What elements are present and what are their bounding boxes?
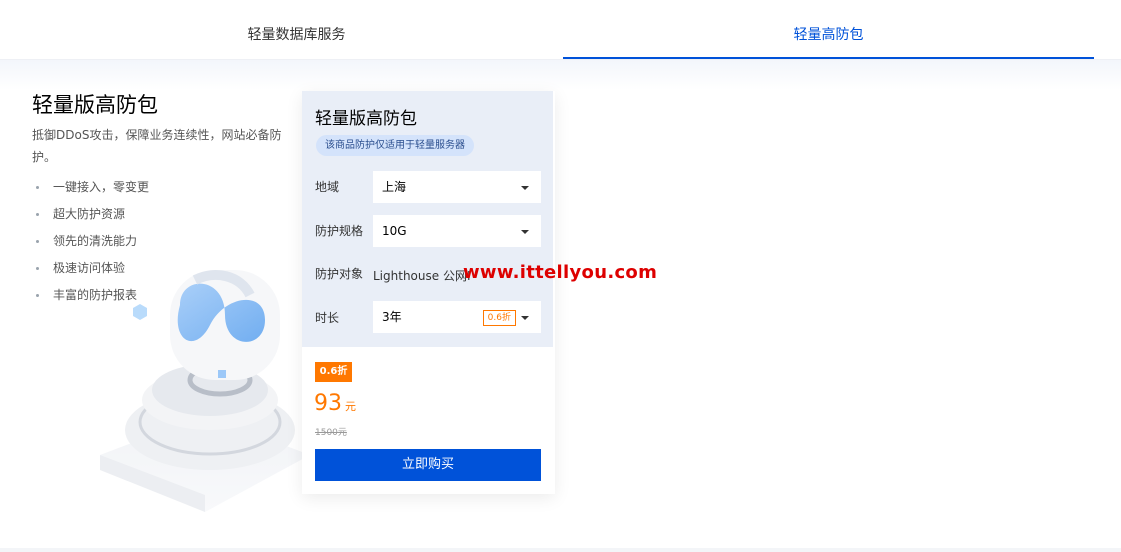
target-label: 防护对象 bbox=[315, 267, 364, 281]
tab-lightweight-database[interactable]: 轻量数据库服务 bbox=[30, 0, 563, 59]
region-select[interactable]: 上海 bbox=[373, 171, 541, 203]
price: 93 元 bbox=[314, 391, 356, 416]
watermark: www.ittellyou.com bbox=[463, 262, 658, 283]
tab-bar: 轻量数据库服务 轻量高防包 bbox=[0, 0, 1121, 60]
duration-value: 3年 bbox=[382, 310, 402, 324]
spec-select[interactable]: 10G bbox=[373, 215, 541, 247]
chevron-down-icon bbox=[521, 316, 529, 320]
list-item: 超大防护资源 bbox=[34, 203, 149, 230]
card-title: 轻量版高防包 bbox=[315, 109, 417, 129]
purchase-card: 轻量版高防包 该商品防护仅适用于轻量服务器 地域 上海 防护规格 10G 防护对… bbox=[302, 91, 555, 494]
original-price: 1500元 bbox=[315, 428, 347, 438]
spec-label: 防护规格 bbox=[315, 224, 364, 238]
divider bbox=[0, 548, 1121, 552]
region-label: 地域 bbox=[315, 180, 340, 194]
tab-lightweight-ddos[interactable]: 轻量高防包 bbox=[563, 0, 1094, 59]
region-value: 上海 bbox=[382, 180, 407, 194]
intro-title: 轻量版高防包 bbox=[32, 93, 158, 117]
discount-badge: 0.6折 bbox=[315, 362, 352, 382]
shield-illustration bbox=[100, 270, 310, 512]
buy-now-button[interactable]: 立即购买 bbox=[315, 449, 541, 481]
list-item: 一键接入，零变更 bbox=[34, 176, 149, 203]
duration-select[interactable]: 3年 0.6折 bbox=[373, 301, 541, 333]
spec-value: 10G bbox=[382, 224, 407, 238]
chevron-down-icon bbox=[521, 186, 529, 190]
target-value: Lighthouse 公网I bbox=[373, 269, 471, 283]
price-amount: 93 bbox=[314, 391, 342, 416]
applicability-note: 该商品防护仅适用于轻量服务器 bbox=[316, 135, 474, 156]
price-unit: 元 bbox=[345, 400, 356, 413]
duration-label: 时长 bbox=[315, 311, 340, 325]
chevron-down-icon bbox=[521, 230, 529, 234]
intro-subtitle: 抵御DDoS攻击，保障业务连续性，网站必备防护。 bbox=[32, 128, 282, 164]
duration-discount-tag: 0.6折 bbox=[482, 310, 516, 326]
